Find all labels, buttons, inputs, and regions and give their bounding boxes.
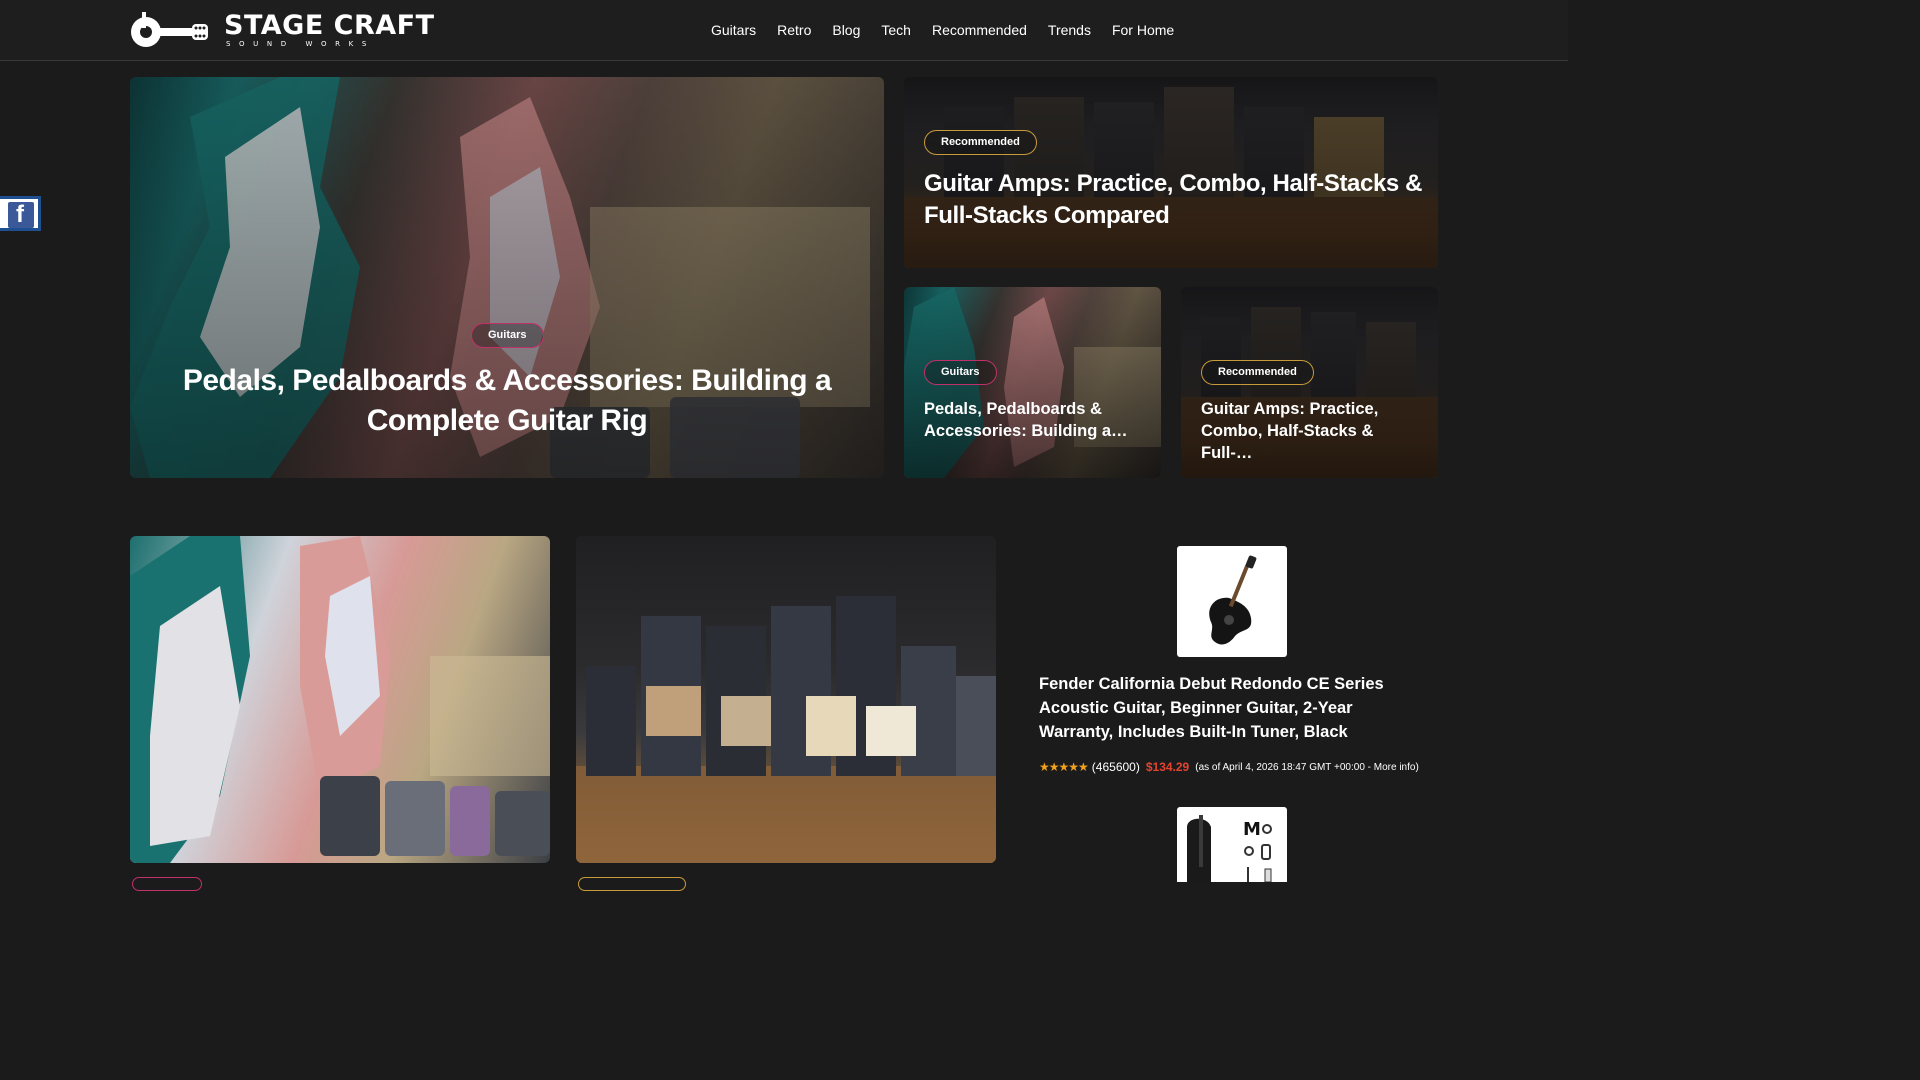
site-header: STAGE CRAFT SOUND WORKS Guitars Retro Bl… xyxy=(0,0,1568,61)
post-category-badge-pink[interactable] xyxy=(132,877,202,891)
facebook-glyph: f xyxy=(16,201,24,228)
guitar-kit-icon: M xyxy=(1187,815,1272,883)
nav-trends[interactable]: Trends xyxy=(1048,21,1091,39)
pedals-photo xyxy=(130,536,550,863)
nav-tech[interactable]: Tech xyxy=(881,21,911,39)
post-image-amps[interactable] xyxy=(576,536,996,863)
facebook-share-button[interactable]: f xyxy=(0,196,41,231)
amps-photo-large xyxy=(576,596,996,863)
hero-small-right-card[interactable]: Recommended Guitar Amps: Practice, Combo… xyxy=(1181,287,1438,478)
hero-top-right-category-badge[interactable]: Recommended xyxy=(924,130,1037,155)
site-logo[interactable]: STAGE CRAFT SOUND WORKS xyxy=(130,10,435,50)
post-category-badge-gold[interactable] xyxy=(578,877,686,891)
svg-text:M: M xyxy=(1243,819,1261,840)
hero-small-right-category-badge[interactable]: Recommended xyxy=(1201,360,1314,385)
facebook-icon: f xyxy=(8,201,34,228)
nav-for-home[interactable]: For Home xyxy=(1112,21,1174,39)
star-rating-icon: ★★★★★ xyxy=(1039,760,1089,774)
hero-main-category-badge[interactable]: Guitars xyxy=(471,323,544,348)
review-count: (465600) xyxy=(1091,760,1140,774)
product-rating-row: ★★★★★ (465600) $134.29 (as of April 4, 2… xyxy=(1039,760,1419,774)
main-nav: Guitars Retro Blog Tech Recommended Tren… xyxy=(711,21,1195,39)
hero-top-right-card[interactable]: Recommended Guitar Amps: Practice, Combo… xyxy=(904,77,1438,268)
hero-top-right-title[interactable]: Guitar Amps: Practice, Combo, Half-Stack… xyxy=(924,168,1424,232)
hero-small-left-title[interactable]: Pedals, Pedalboards & Accessories: Build… xyxy=(924,398,1146,442)
nav-retro[interactable]: Retro xyxy=(777,21,811,39)
guitar-logo-icon xyxy=(131,12,208,47)
product-price: $134.29 xyxy=(1145,760,1190,774)
nav-guitars[interactable]: Guitars xyxy=(711,21,756,39)
hero-small-right-title[interactable]: Guitar Amps: Practice, Combo, Half-Stack… xyxy=(1201,398,1423,464)
hero-main-title[interactable]: Pedals, Pedalboards & Accessories: Build… xyxy=(170,361,844,441)
product-image-guitar-kit[interactable]: M xyxy=(1177,807,1287,883)
product-image-acoustic-guitar[interactable] xyxy=(1177,546,1287,657)
nav-blog[interactable]: Blog xyxy=(832,21,860,39)
post-image-pedals[interactable] xyxy=(130,536,550,863)
product-title[interactable]: Fender California Debut Redondo CE Serie… xyxy=(1039,672,1431,744)
price-as-of-note[interactable]: (as of April 4, 2026 18:47 GMT +00:00 - … xyxy=(1195,762,1419,773)
logo-subtitle: SOUND WORKS xyxy=(226,39,375,48)
hero-small-left-category-badge[interactable]: Guitars xyxy=(924,360,997,385)
logo-title: STAGE CRAFT xyxy=(224,9,435,41)
hero-main-card[interactable]: Guitars Pedals, Pedalboards & Accessorie… xyxy=(130,77,884,478)
nav-recommended[interactable]: Recommended xyxy=(932,21,1027,39)
hero-small-left-card[interactable]: Guitars Pedals, Pedalboards & Accessorie… xyxy=(904,287,1161,478)
acoustic-guitar-icon xyxy=(1209,555,1257,645)
